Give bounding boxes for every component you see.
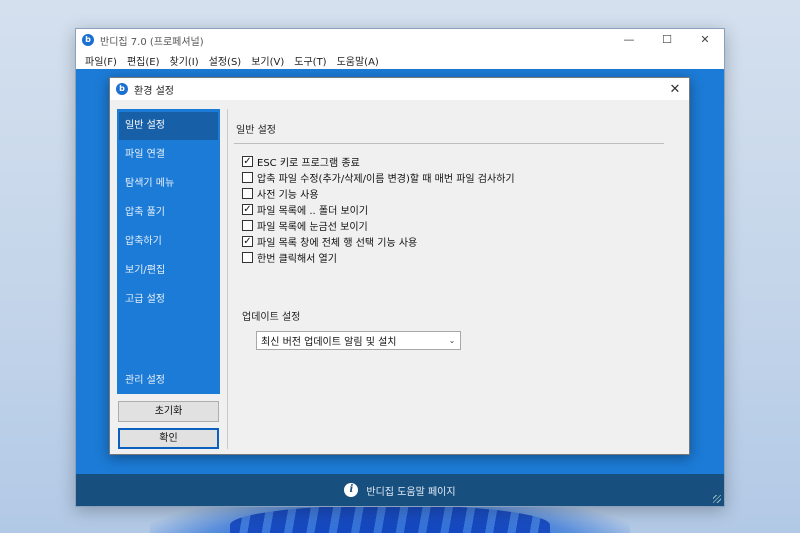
general-settings-panel: 일반 설정 ✓ ESC 키로 프로그램 종료 압축 파일 수정(추가/삭제/이름… — [227, 109, 685, 449]
window-title: 반디집 7.0 (프로페셔널) — [100, 36, 204, 48]
panel-separator — [234, 143, 664, 144]
sidebar-item-compress[interactable]: 압축하기 — [117, 227, 220, 256]
maximize-button[interactable]: ☐ — [648, 29, 686, 51]
checkbox-icon[interactable] — [242, 251, 253, 263]
info-icon: i — [344, 483, 359, 497]
checkbox-checked-icon[interactable]: ✓ — [242, 155, 253, 167]
minimize-button[interactable]: — — [610, 29, 648, 51]
sidebar-item-extract[interactable]: 압축 풀기 — [117, 198, 220, 227]
option-label: 한번 클릭해서 열기 — [257, 253, 337, 265]
option-full-row-select[interactable]: ✓ 파일 목록 창에 전체 행 선택 기능 사용 — [242, 233, 515, 249]
help-link-bar[interactable]: i 반디집 도움말 페이지 — [76, 474, 724, 506]
update-settings-label: 업데이트 설정 — [242, 312, 301, 323]
checkbox-checked-icon[interactable]: ✓ — [242, 235, 253, 247]
update-mode-value: 최신 버전 업데이트 알림 및 설치 — [261, 337, 397, 348]
reset-button[interactable]: 초기화 — [118, 401, 219, 422]
menubar: 파일(F) 편집(E) 찾기(I) 설정(S) 보기(V) 도구(T) 도움말(… — [76, 51, 724, 69]
dialog-close-button[interactable]: ✕ — [661, 82, 689, 97]
option-verify-on-modify[interactable]: 압축 파일 수정(추가/삭제/이름 변경)할 때 매번 파일 검사하기 — [242, 169, 515, 185]
sidebar-item-admin[interactable]: 관리 설정 — [117, 366, 220, 395]
close-button[interactable]: ✕ — [686, 29, 724, 51]
resize-grip[interactable] — [713, 495, 721, 503]
option-label: ESC 키로 프로그램 종료 — [257, 157, 360, 169]
chevron-down-icon: ⌄ — [448, 336, 456, 345]
checkbox-checked-icon[interactable]: ✓ — [242, 203, 253, 215]
option-label: 파일 목록에 눈금선 보이기 — [257, 221, 368, 233]
main-titlebar: b 반디집 7.0 (프로페셔널) — ☐ ✕ — [76, 29, 724, 51]
panel-title: 일반 설정 — [236, 125, 276, 136]
ok-button[interactable]: 확인 — [118, 428, 219, 449]
menu-view[interactable]: 보기(V) — [246, 53, 289, 68]
sidebar-item-explorer-menu[interactable]: 탐색기 메뉴 — [117, 169, 220, 198]
bandizip-app-icon: b — [116, 83, 128, 95]
bandizip-app-icon: b — [82, 34, 94, 46]
checkbox-icon[interactable] — [242, 219, 253, 231]
option-esc-exit[interactable]: ✓ ESC 키로 프로그램 종료 — [242, 153, 515, 169]
menu-file[interactable]: 파일(F) — [80, 53, 122, 68]
help-link-label: 반디집 도움말 페이지 — [366, 486, 456, 498]
menu-tools[interactable]: 도구(T) — [289, 53, 331, 68]
menu-help[interactable]: 도움말(A) — [332, 53, 384, 68]
settings-dialog: b 환경 설정 ✕ 일반 설정 파일 연결 탐색기 메뉴 압축 풀기 압축하기 … — [109, 77, 690, 455]
dialog-title: 환경 설정 — [134, 85, 174, 97]
sidebar-item-file-association[interactable]: 파일 연결 — [117, 140, 220, 169]
update-mode-select[interactable]: 최신 버전 업데이트 알림 및 설치 ⌄ — [256, 331, 461, 350]
checkbox-icon[interactable] — [242, 187, 253, 199]
settings-sidebar: 일반 설정 파일 연결 탐색기 메뉴 압축 풀기 압축하기 보기/편집 고급 설… — [117, 109, 220, 394]
options-list: ✓ ESC 키로 프로그램 종료 압축 파일 수정(추가/삭제/이름 변경)할 … — [242, 153, 515, 265]
option-label: 파일 목록에 .. 폴더 보이기 — [257, 205, 369, 217]
option-label: 압축 파일 수정(추가/삭제/이름 변경)할 때 매번 파일 검사하기 — [257, 173, 515, 185]
sidebar-item-general[interactable]: 일반 설정 — [119, 112, 218, 140]
option-dictionary[interactable]: 사전 기능 사용 — [242, 185, 515, 201]
menu-find[interactable]: 찾기(I) — [165, 53, 204, 68]
option-label: 파일 목록 창에 전체 행 선택 기능 사용 — [257, 237, 418, 249]
checkbox-icon[interactable] — [242, 171, 253, 183]
menu-settings[interactable]: 설정(S) — [204, 53, 247, 68]
sidebar-item-view-edit[interactable]: 보기/편집 — [117, 256, 220, 285]
option-label: 사전 기능 사용 — [257, 189, 319, 201]
sidebar-item-advanced[interactable]: 고급 설정 — [117, 285, 220, 314]
option-show-parent-folder[interactable]: ✓ 파일 목록에 .. 폴더 보이기 — [242, 201, 515, 217]
dialog-titlebar: b 환경 설정 ✕ — [110, 78, 689, 100]
option-show-gridlines[interactable]: 파일 목록에 눈금선 보이기 — [242, 217, 515, 233]
option-single-click-open[interactable]: 한번 클릭해서 열기 — [242, 249, 515, 265]
menu-edit[interactable]: 편집(E) — [122, 53, 165, 68]
